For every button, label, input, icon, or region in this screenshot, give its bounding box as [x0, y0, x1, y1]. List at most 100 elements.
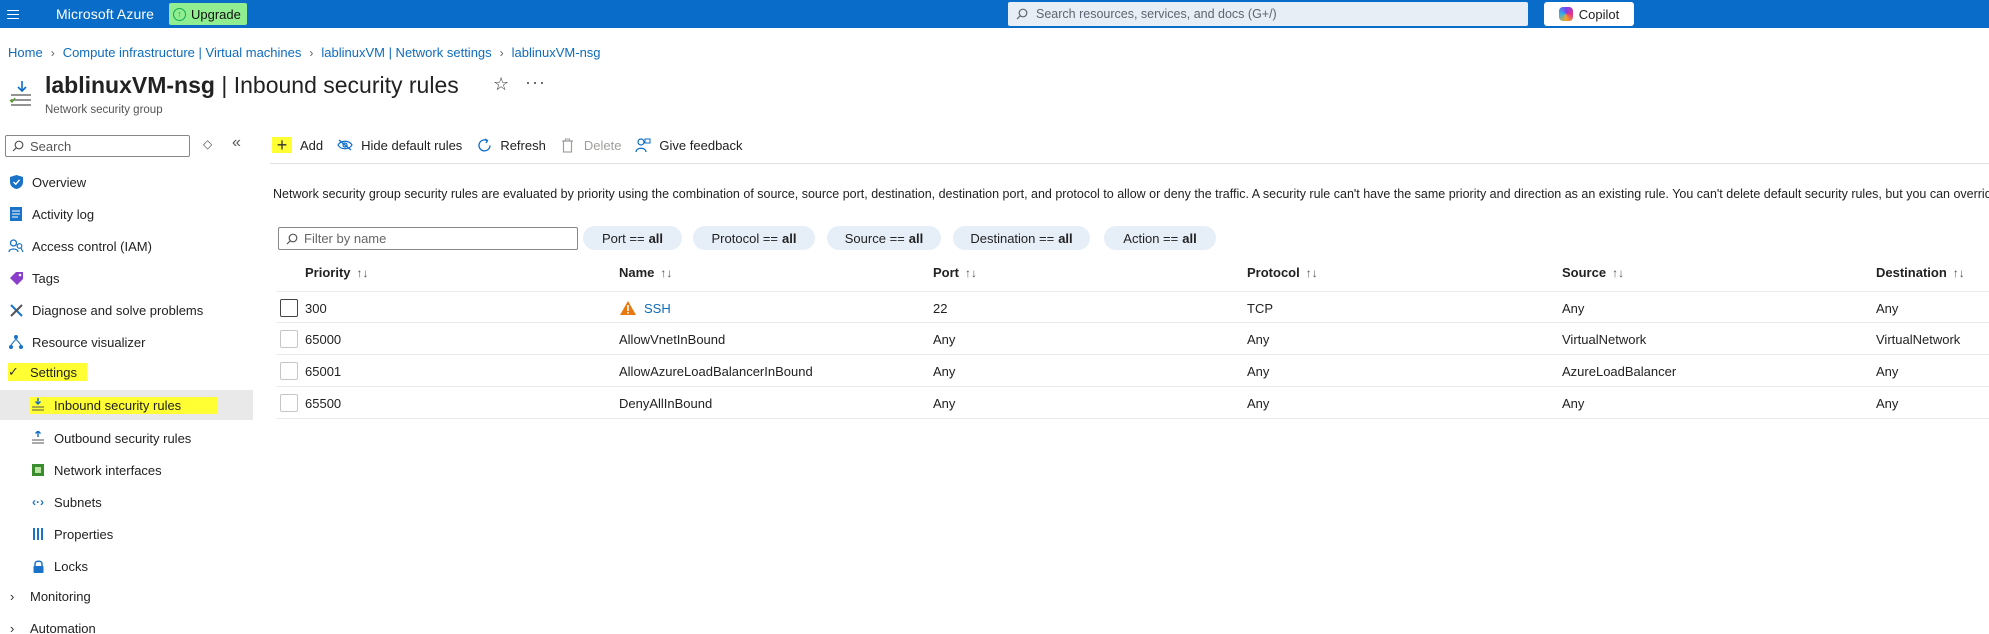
row-checkbox[interactable]	[280, 299, 298, 317]
outbound-rules-icon	[30, 430, 46, 446]
sort-icon: ↑↓	[965, 265, 977, 280]
column-header-priority[interactable]: Priority ↑↓	[305, 265, 369, 280]
breadcrumb: Home › Compute infrastructure | Virtual …	[8, 45, 601, 60]
chevron-right-icon: ›	[499, 45, 504, 60]
cell-destination: Any	[1876, 363, 1899, 379]
column-label: Protocol	[1247, 265, 1300, 280]
give-feedback-button[interactable]: Give feedback	[635, 137, 743, 153]
sidebar-group-settings[interactable]: ✓ Settings	[8, 357, 87, 387]
column-label: Destination	[1876, 265, 1947, 280]
rule-name-link[interactable]: SSH	[644, 301, 671, 316]
column-header-name[interactable]: Name ↑↓	[619, 265, 672, 280]
sidebar-item-outbound-security-rules[interactable]: Outbound security rules	[30, 423, 191, 453]
sidebar-item-locks[interactable]: Locks	[30, 551, 88, 581]
sidebar-item-label: Network interfaces	[54, 462, 162, 478]
cell-port: Any	[933, 395, 956, 411]
table-row[interactable]: 300 SSH 22 TCP Any Any	[276, 291, 1989, 323]
cell-priority: 65001	[305, 363, 342, 379]
sidebar-item-properties[interactable]: Properties	[30, 519, 113, 549]
hide-default-rules-button[interactable]: Hide default rules	[337, 137, 462, 153]
global-search-input[interactable]: Search resources, services, and docs (G+…	[1008, 2, 1528, 26]
collapse-sidebar-icon[interactable]: «	[232, 134, 241, 152]
sidebar-item-overview[interactable]: Overview	[8, 167, 86, 197]
sidebar-item-activity-log[interactable]: Activity log	[8, 199, 94, 229]
cell-port: Any	[933, 331, 956, 347]
inbound-rules-icon	[9, 81, 31, 106]
row-checkbox[interactable]	[280, 330, 298, 348]
properties-icon	[30, 526, 46, 542]
sort-icon: ↑↓	[1952, 265, 1965, 280]
favorite-star-icon[interactable]: ☆	[493, 74, 509, 95]
page-title: lablinuxVM-nsg | Inbound security rules	[45, 72, 459, 99]
row-checkbox[interactable]	[280, 394, 298, 412]
sidebar-item-tags[interactable]: Tags	[8, 263, 59, 293]
filter-pill-action[interactable]: Action == all	[1104, 226, 1216, 250]
row-checkbox[interactable]	[280, 362, 298, 380]
breadcrumb-network-settings[interactable]: lablinuxVM | Network settings	[321, 45, 491, 60]
add-button[interactable]: + Add	[272, 135, 323, 155]
table-row[interactable]: 65001 AllowAzureLoadBalancerInBound Any …	[276, 355, 1989, 387]
eye-icon	[337, 137, 353, 153]
filter-pill-protocol[interactable]: Protocol == all	[693, 226, 815, 250]
sidebar-item-diagnose[interactable]: Diagnose and solve problems	[8, 295, 203, 325]
refresh-icon	[476, 137, 492, 153]
command-bar: + Add Hide default rules Refresh Delete …	[272, 133, 743, 157]
feedback-icon	[635, 137, 651, 153]
chevron-right-icon: ›	[309, 45, 314, 60]
cell-priority: 300	[305, 300, 327, 316]
people-icon	[8, 238, 24, 254]
table-row[interactable]: 65000 AllowVnetInBound Any Any VirtualNe…	[276, 323, 1989, 355]
column-header-port[interactable]: Port ↑↓	[933, 265, 977, 280]
trash-icon	[560, 137, 576, 153]
cell-protocol: Any	[1247, 331, 1270, 347]
delete-button[interactable]: Delete	[560, 137, 621, 153]
sidebar-group-monitoring[interactable]: › Monitoring	[10, 581, 91, 611]
sidebar-group-label: Monitoring	[30, 588, 91, 604]
filter-by-name-input[interactable]: Filter by name	[278, 227, 578, 250]
hide-default-label: Hide default rules	[361, 137, 463, 153]
table-row[interactable]: 65500 DenyAllInBound Any Any Any Any	[276, 387, 1989, 419]
sidebar-search-input[interactable]: Search	[5, 135, 190, 157]
filter-pill-source[interactable]: Source == all	[827, 226, 941, 250]
cell-name: DenyAllInBound	[619, 395, 713, 411]
sort-icon: ↑↓	[660, 265, 673, 280]
resource-name: lablinuxVM-nsg	[45, 72, 215, 98]
cell-protocol: TCP	[1247, 300, 1273, 316]
search-icon	[1016, 8, 1028, 20]
cell-source: AzureLoadBalancer	[1562, 363, 1677, 379]
breadcrumb-home[interactable]: Home	[8, 45, 43, 60]
brand-name[interactable]: Microsoft Azure	[56, 6, 154, 22]
sidebar-item-access-control[interactable]: Access control (IAM)	[8, 231, 152, 261]
column-label: Name	[619, 265, 655, 280]
copilot-label: Copilot	[1578, 6, 1620, 22]
pill-value: all	[648, 230, 664, 246]
filter-pill-port[interactable]: Port == all	[583, 226, 682, 250]
sidebar-search-placeholder: Search	[30, 138, 72, 154]
chevron-right-icon: ›	[10, 620, 15, 634]
chevron-right-icon: ›	[50, 45, 55, 60]
shield-icon	[8, 174, 24, 190]
sort-icon: ↑↓	[1612, 265, 1625, 280]
expand-collapse-icon[interactable]: ◇	[203, 137, 212, 151]
menu-icon[interactable]	[0, 0, 26, 28]
sidebar-group-automation[interactable]: › Automation	[10, 613, 96, 634]
column-header-destination[interactable]: Destination ↑↓	[1876, 265, 1965, 280]
copilot-button[interactable]: Copilot	[1544, 2, 1634, 26]
sidebar-item-resource-visualizer[interactable]: Resource visualizer	[8, 327, 145, 357]
column-header-protocol[interactable]: Protocol ↑↓	[1247, 265, 1318, 280]
cell-protocol: Any	[1247, 363, 1270, 379]
upgrade-button[interactable]: ↑ Upgrade	[168, 3, 247, 25]
tag-icon	[8, 270, 24, 286]
refresh-button[interactable]: Refresh	[476, 137, 546, 153]
breadcrumb-virtual-machines[interactable]: Compute infrastructure | Virtual machine…	[63, 45, 302, 60]
filter-pill-destination[interactable]: Destination == all	[953, 226, 1090, 250]
sidebar-item-subnets[interactable]: ‹·› Subnets	[30, 487, 102, 517]
more-options-icon[interactable]: ···	[525, 72, 546, 93]
upgrade-label: Upgrade	[190, 6, 241, 22]
breadcrumb-nsg[interactable]: lablinuxVM-nsg	[512, 45, 601, 60]
sidebar-item-network-interfaces[interactable]: Network interfaces	[30, 455, 162, 485]
cell-protocol: Any	[1247, 395, 1270, 411]
sidebar-item-inbound-security-rules[interactable]: Inbound security rules	[0, 390, 253, 420]
column-header-source[interactable]: Source ↑↓	[1562, 265, 1624, 280]
cell-name[interactable]: SSH	[619, 292, 671, 324]
